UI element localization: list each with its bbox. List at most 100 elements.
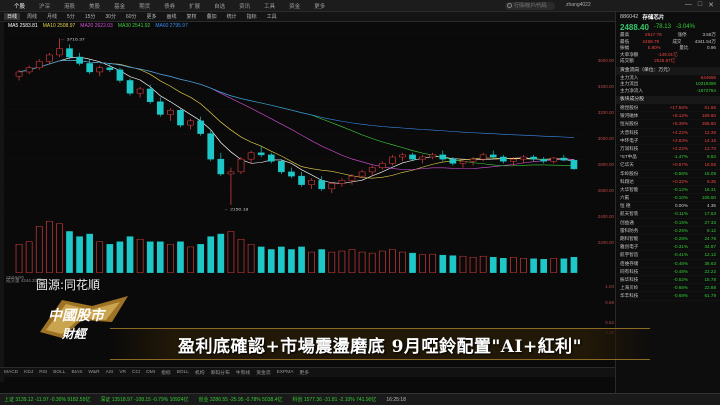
- indicator-tab[interactable]: VR: [119, 370, 126, 375]
- constituent-row[interactable]: 亿华天 +0.87% 16.55: [616, 161, 720, 170]
- constituent-row[interactable]: 六氟 -0.10% 106.50: [616, 194, 720, 203]
- index-quote[interactable]: 创业 3286.55 -25.95 -0.78% 5038.4亿: [198, 396, 282, 403]
- period-tab[interactable]: 周线: [24, 13, 40, 20]
- menu-item[interactable]: 港股: [58, 2, 81, 10]
- indicator-tab[interactable]: W&R: [88, 370, 99, 375]
- menu-item[interactable]: 沪深: [33, 2, 56, 10]
- tool-button[interactable]: 叠加: [204, 13, 220, 20]
- constituent-row[interactable]: 恒光股份 +5.39% 268.50: [616, 120, 720, 129]
- constituent-row[interactable]: 华岭股份 -0.55% 15.09: [616, 170, 720, 178]
- index-quote[interactable]: 16:25:18: [386, 397, 405, 403]
- tool-button[interactable]: 统计: [224, 13, 240, 20]
- constituent-row[interactable]: 科翔达 +0.32% 9.35: [616, 178, 720, 186]
- volume-bar: [217, 233, 225, 273]
- constituent-row[interactable]: 大普科技 +4.22% 12.36: [616, 129, 720, 137]
- indicator-tab[interactable]: 指标: [161, 369, 171, 376]
- constituent-row[interactable]: 振华科技 -0.52% 15.78: [616, 276, 720, 285]
- tool-button[interactable]: 指标: [244, 13, 260, 20]
- constituent-row[interactable]: 上海贝岭 -0.66% 22.88: [616, 284, 720, 293]
- period-tab[interactable]: 30分: [102, 13, 119, 20]
- menu-item[interactable]: 债券: [158, 2, 181, 10]
- index-quote[interactable]: 上证 3139.12 -11.97 -0.30% 9182.55亿: [4, 396, 90, 403]
- constituent-row[interactable]: *ST中晶 -1.47% 9.84: [616, 153, 720, 162]
- search-input[interactable]: 行情/帐户/代码: [505, 2, 555, 10]
- index-quote[interactable]: 科创 1577.36 -31.81 -2.10% 741.90亿: [292, 396, 376, 403]
- constituent-row[interactable]: 华丰科技 -0.68% 61.79: [616, 292, 720, 301]
- constituent-pct: -0.12%: [673, 186, 688, 192]
- kline-chart[interactable]: ← 3716.37← 2150.182024/06: [4, 30, 589, 280]
- volume-bar: [318, 249, 326, 273]
- stat-value: 0.96: [707, 45, 716, 50]
- constituent-pct: 0.00%: [674, 203, 688, 209]
- menu-item[interactable]: 工具: [258, 2, 281, 10]
- indicator-tab[interactable]: KDJ: [24, 370, 33, 375]
- candle-body: [489, 154, 497, 158]
- constituent-row[interactable]: 银河磁体 +8.12% 159.60: [616, 112, 720, 121]
- indicator-tab[interactable]: 更多: [299, 369, 309, 376]
- ma20-line: [18, 59, 574, 170]
- indicator-tab[interactable]: BOLL: [53, 370, 65, 375]
- constituent-row[interactable]: 恒 德 0.00% 4.35: [616, 202, 720, 211]
- constituent-row[interactable]: 同有科技 -0.48% 22.22: [616, 268, 720, 276]
- menu-item[interactable]: 资金: [283, 2, 306, 10]
- indicator-tab[interactable]: MACD: [4, 370, 18, 375]
- indicator-tab[interactable]: BOLL: [177, 370, 189, 375]
- constituent-row[interactable]: 航宇智造 -0.41% 12.12: [616, 251, 720, 260]
- candle-body: [560, 157, 568, 161]
- constituent-row[interactable]: 中环电子 +2.83% 14.16: [616, 137, 720, 145]
- constituent-row[interactable]: 雅创电子 -0.31% 34.87: [616, 243, 720, 252]
- indicator-tab[interactable]: RSI: [39, 370, 47, 375]
- constituent-row[interactable]: 佰维存储 -0.46% 38.63: [616, 260, 720, 268]
- constituent-row[interactable]: 万润科技 +2.22% 13.70: [616, 145, 720, 154]
- constituent-row[interactable]: 航天智装 -0.11% 17.53: [616, 210, 720, 219]
- constituents-header[interactable]: 板块成分股: [616, 96, 720, 104]
- volume-bar: [156, 241, 164, 273]
- index-quote[interactable]: 深证 13518.97 -108.15 -0.79% 10924亿: [100, 396, 188, 403]
- constituent-row[interactable]: 德昆股份 +17.56% 61.86: [616, 104, 720, 113]
- period-tab[interactable]: 5分: [64, 13, 78, 20]
- tool-button[interactable]: 工具: [264, 13, 280, 20]
- menu-item[interactable]: 个股: [8, 2, 31, 10]
- indicator-tab[interactable]: 牛熊线: [236, 369, 250, 376]
- constituent-row[interactable]: 雷科防务 -0.25% 8.12: [616, 227, 720, 235]
- menu-item[interactable]: 更多: [308, 2, 331, 10]
- minimize-button[interactable]: —: [685, 1, 692, 9]
- period-tab[interactable]: 15分: [82, 13, 99, 20]
- window-controls: — □ ✕: [685, 1, 714, 9]
- menu-item[interactable]: 扩展: [183, 2, 206, 10]
- period-tab[interactable]: 更多: [144, 13, 160, 20]
- last-price: 2488.40: [620, 22, 649, 32]
- volume-bar: [56, 223, 63, 273]
- maximize-button[interactable]: □: [698, 1, 702, 9]
- indicator-tab[interactable]: DMI: [146, 370, 155, 375]
- indicator-tab[interactable]: 资金流: [256, 369, 270, 376]
- close-button[interactable]: ✕: [708, 1, 714, 9]
- volume-bar: [399, 251, 406, 273]
- indicator-tab[interactable]: 筹码分布: [211, 369, 230, 376]
- volume-bar: [368, 252, 376, 273]
- flow-value: -1872784: [696, 87, 716, 93]
- indicator-tab[interactable]: 机构: [195, 369, 205, 376]
- menu-item[interactable]: 期货: [133, 2, 156, 10]
- fund-flow-header[interactable]: 资金流向（单位：万元）: [616, 66, 720, 75]
- tool-button[interactable]: 复权: [184, 13, 200, 20]
- menu-item[interactable]: 自选: [208, 2, 231, 10]
- constituent-pct: -0.10%: [673, 195, 688, 201]
- constituent-row[interactable]: 朗科智能 -0.28% 24.76: [616, 235, 720, 244]
- period-tab[interactable]: 60分: [123, 13, 140, 20]
- constituent-row[interactable]: 大华智能 -0.12% 16.31: [616, 186, 720, 195]
- menu-item[interactable]: 基金: [108, 2, 131, 10]
- indicator-tab[interactable]: EXPMA: [277, 370, 294, 375]
- indicator-tab[interactable]: ASI: [106, 370, 114, 375]
- candle-body: [278, 161, 285, 173]
- period-tab[interactable]: 日线: [4, 13, 21, 20]
- tool-button[interactable]: 画线: [164, 13, 180, 20]
- constituent-row[interactable]: 创益通 -0.15% 27.33: [616, 219, 720, 227]
- user-account[interactable]: zhang4022: [566, 2, 591, 8]
- menu-item[interactable]: 资讯: [233, 2, 256, 10]
- menu-item[interactable]: 美股: [83, 2, 106, 10]
- period-tab[interactable]: 月线: [44, 13, 60, 20]
- indicator-tab[interactable]: CCI: [132, 370, 140, 375]
- ma-legend-item: MA20 2622.03: [80, 23, 113, 29]
- indicator-tab[interactable]: BIAS: [71, 370, 82, 375]
